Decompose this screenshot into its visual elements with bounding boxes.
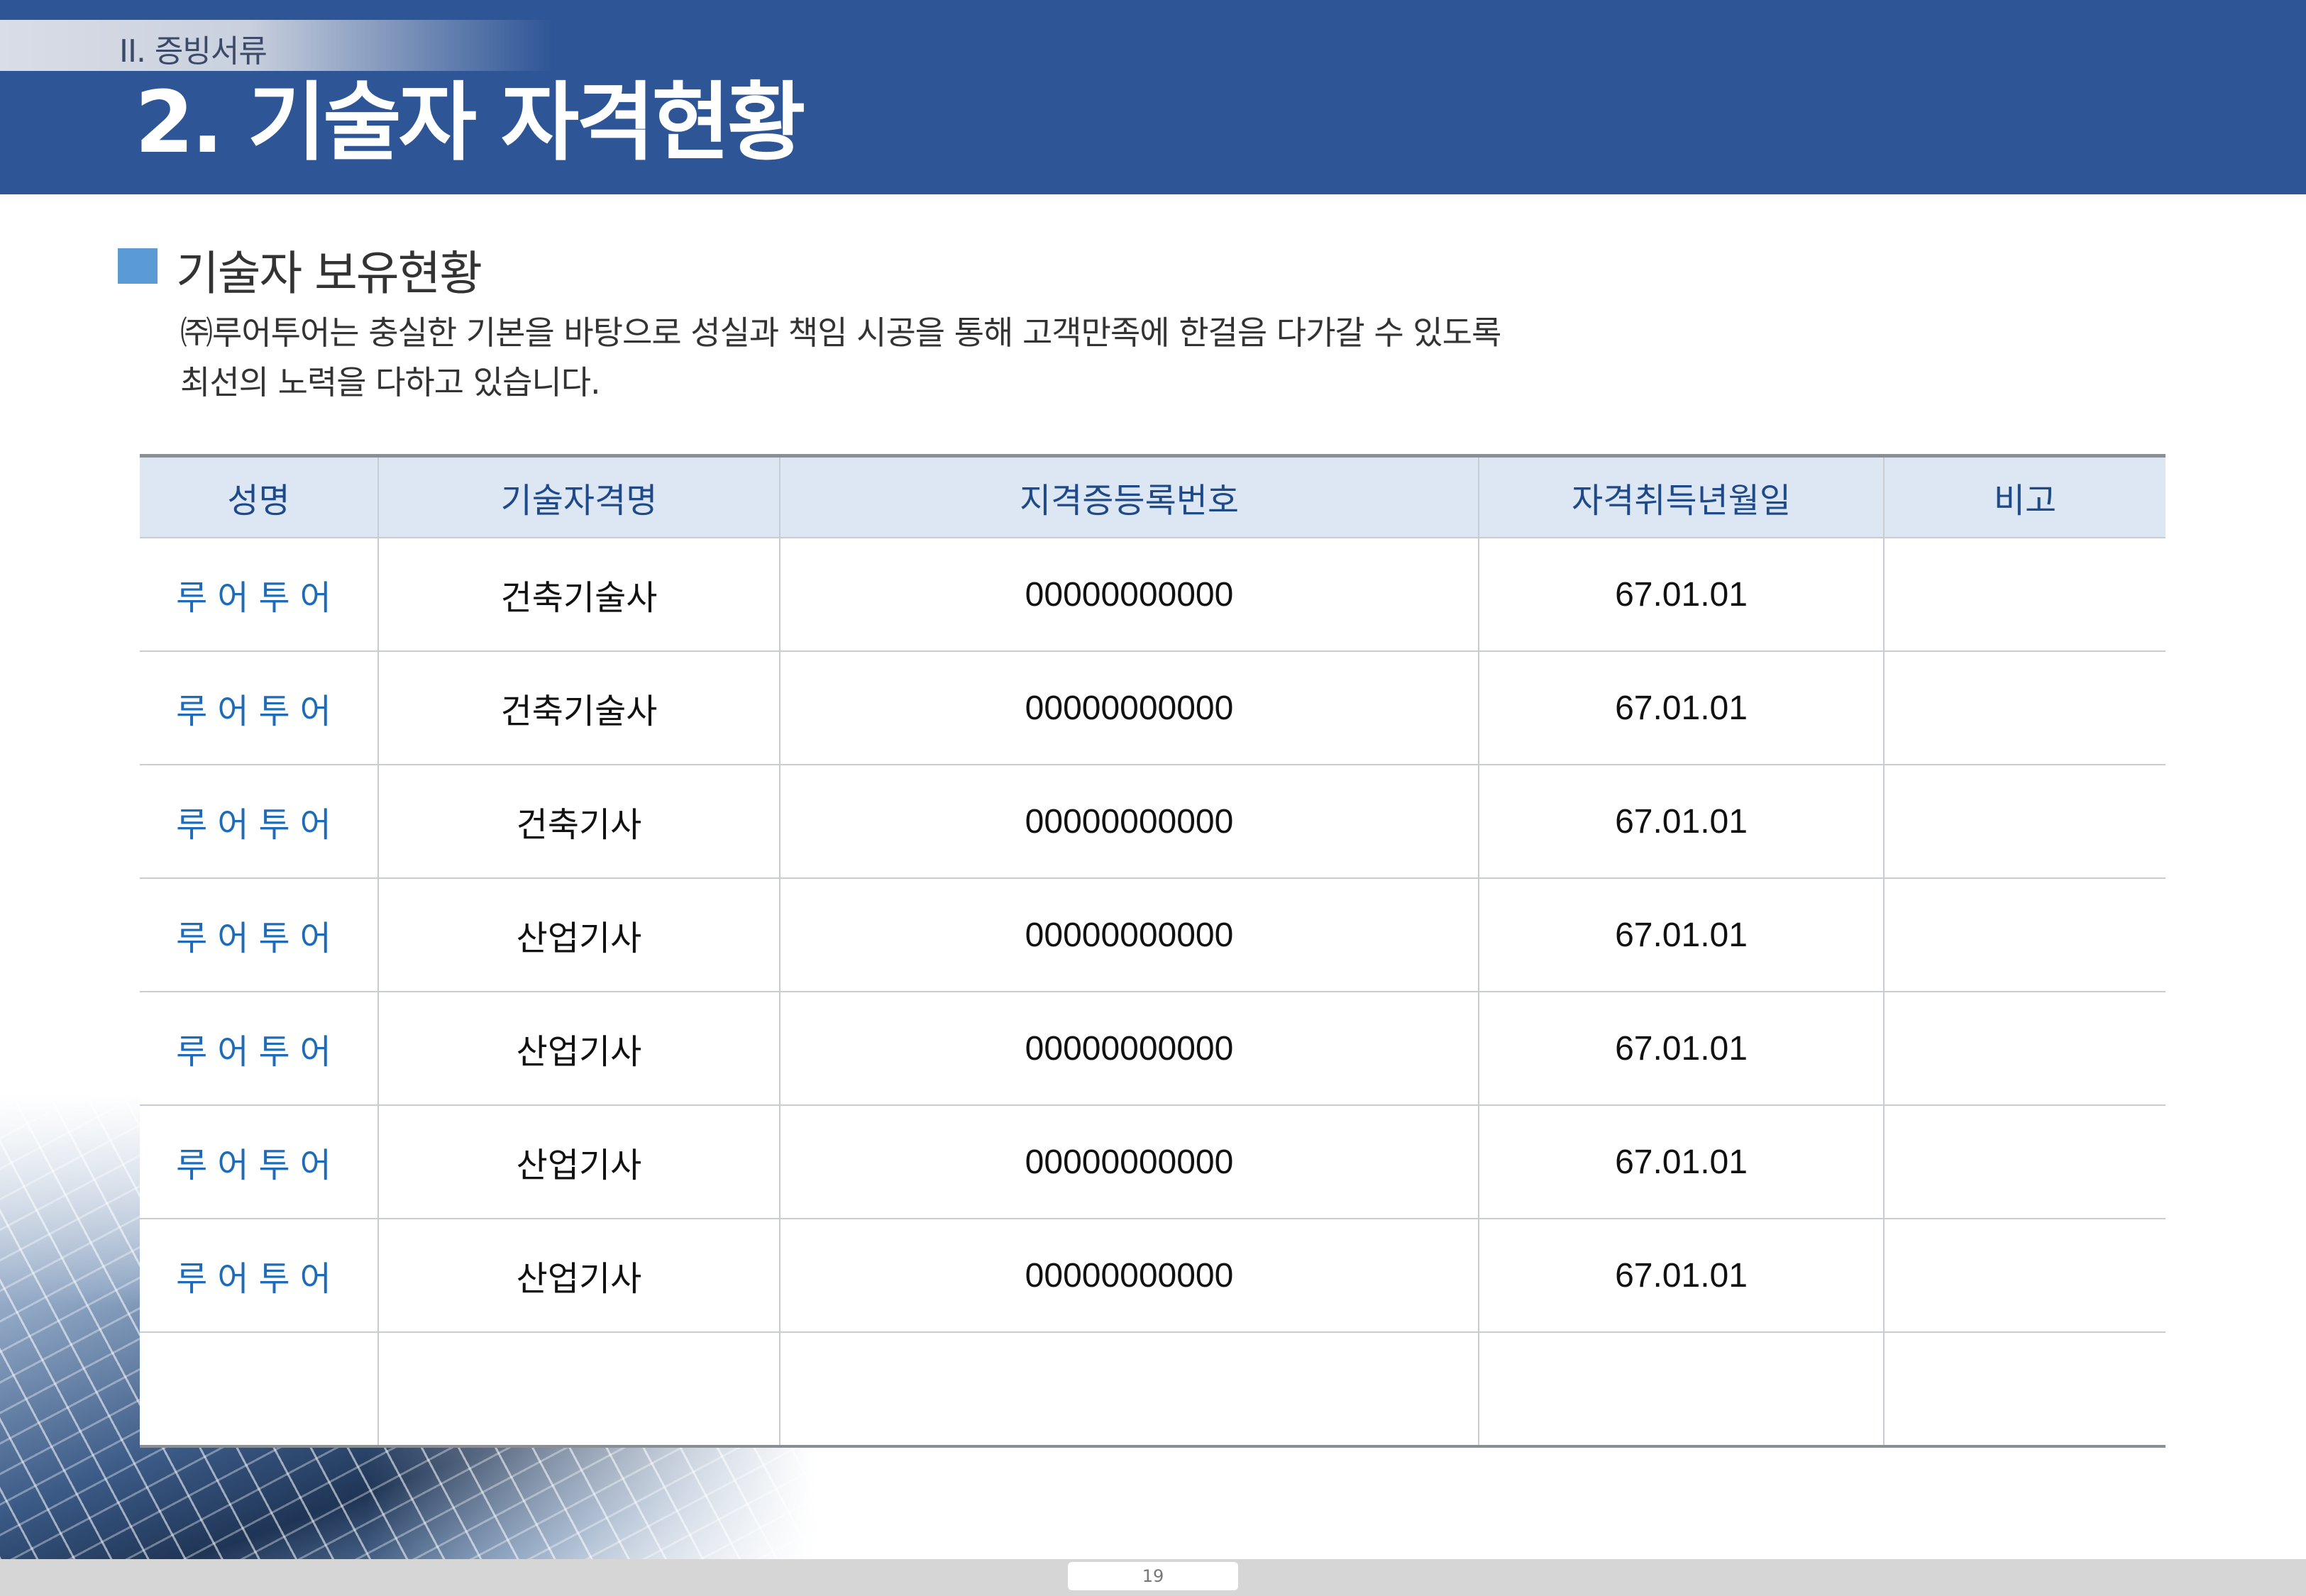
cell-note bbox=[1883, 651, 2166, 765]
page-title: 2. 기술자 자격현황 bbox=[135, 74, 805, 172]
cell-acquired-date bbox=[1478, 1332, 1884, 1447]
subsection-heading: 기술자 보유현황 bbox=[176, 246, 482, 301]
cell-note bbox=[1883, 878, 2166, 992]
cell-name: 루어투어 bbox=[140, 992, 378, 1106]
cell-name: 루어투어 bbox=[140, 538, 378, 652]
intro-line-2: 최선의 노력을 다하고 있습니다. bbox=[180, 363, 601, 401]
cell-qualification: 건축기술사 bbox=[377, 538, 780, 652]
table-row-empty bbox=[140, 1332, 2166, 1447]
column-header-acquired-date: 자격취득년월일 bbox=[1478, 455, 1884, 538]
cell-note bbox=[1883, 1219, 2166, 1333]
cell-qualification: 산업기사 bbox=[377, 1105, 780, 1219]
cell-registration-number: 00000000000 bbox=[779, 651, 1479, 765]
cell-acquired-date: 67.01.01 bbox=[1478, 992, 1884, 1106]
cell-qualification: 산업기사 bbox=[377, 878, 780, 992]
cell-note bbox=[1883, 538, 2166, 652]
cell-name: 루어투어 bbox=[140, 878, 378, 992]
intro-line-1: ㈜루어투어는 충실한 기본을 바탕으로 성실과 책임 시공을 통해 고객만족에 … bbox=[180, 314, 1501, 352]
intro-text: ㈜루어투어는 충실한 기본을 바탕으로 성실과 책임 시공을 통해 고객만족에 … bbox=[180, 308, 1599, 407]
table-row: 루어투어 산업기사 00000000000 67.01.01 bbox=[140, 1219, 2166, 1333]
cell-registration-number: 00000000000 bbox=[779, 1219, 1479, 1333]
cell-qualification bbox=[377, 1332, 780, 1447]
cell-registration-number: 00000000000 bbox=[779, 878, 1479, 992]
column-header-qualification: 기술자격명 bbox=[377, 455, 780, 538]
cell-name: 루어투어 bbox=[140, 1219, 378, 1333]
cell-registration-number: 00000000000 bbox=[779, 538, 1479, 652]
cell-note bbox=[1883, 1332, 2166, 1447]
bullet-square-icon bbox=[118, 248, 158, 284]
cell-acquired-date: 67.01.01 bbox=[1478, 878, 1884, 992]
table-row: 루어투어 건축기술사 00000000000 67.01.01 bbox=[140, 538, 2166, 652]
column-header-name: 성명 bbox=[140, 455, 378, 538]
cell-qualification: 건축기술사 bbox=[377, 651, 780, 765]
cell-acquired-date: 67.01.01 bbox=[1478, 538, 1884, 652]
cell-acquired-date: 67.01.01 bbox=[1478, 1219, 1884, 1333]
table-row: 루어투어 건축기사 00000000000 67.01.01 bbox=[140, 765, 2166, 879]
cell-name bbox=[140, 1332, 378, 1447]
certification-table: 성명 기술자격명 지격증등록번호 자격취득년월일 비고 루어투어 건축기술사 0… bbox=[140, 454, 2166, 1448]
cell-qualification: 건축기사 bbox=[377, 765, 780, 879]
cell-note bbox=[1883, 1105, 2166, 1219]
certification-table-wrapper: 성명 기술자격명 지격증등록번호 자격취득년월일 비고 루어투어 건축기술사 0… bbox=[140, 454, 2166, 1448]
section-strip bbox=[0, 20, 553, 71]
cell-note bbox=[1883, 992, 2166, 1106]
table-header-row: 성명 기술자격명 지격증등록번호 자격취득년월일 비고 bbox=[140, 455, 2166, 538]
cell-acquired-date: 67.01.01 bbox=[1478, 1105, 1884, 1219]
table-row: 루어투어 산업기사 00000000000 67.01.01 bbox=[140, 1105, 2166, 1219]
page-number: 19 bbox=[1068, 1562, 1238, 1590]
cell-registration-number bbox=[779, 1332, 1479, 1447]
cell-registration-number: 00000000000 bbox=[779, 992, 1479, 1106]
cell-qualification: 산업기사 bbox=[377, 1219, 780, 1333]
cell-name: 루어투어 bbox=[140, 651, 378, 765]
table-row: 루어투어 산업기사 00000000000 67.01.01 bbox=[140, 878, 2166, 992]
cell-registration-number: 00000000000 bbox=[779, 765, 1479, 879]
section-label: II. 증빙서류 bbox=[119, 33, 267, 70]
column-header-note: 비고 bbox=[1883, 455, 2166, 538]
table-row: 루어투어 건축기술사 00000000000 67.01.01 bbox=[140, 651, 2166, 765]
cell-note bbox=[1883, 765, 2166, 879]
cell-name: 루어투어 bbox=[140, 765, 378, 879]
cell-acquired-date: 67.01.01 bbox=[1478, 765, 1884, 879]
cell-name: 루어투어 bbox=[140, 1105, 378, 1219]
cell-registration-number: 00000000000 bbox=[779, 1105, 1479, 1219]
table-row: 루어투어 산업기사 00000000000 67.01.01 bbox=[140, 992, 2166, 1106]
cell-qualification: 산업기사 bbox=[377, 992, 780, 1106]
column-header-registration-number: 지격증등록번호 bbox=[779, 455, 1479, 538]
cell-acquired-date: 67.01.01 bbox=[1478, 651, 1884, 765]
